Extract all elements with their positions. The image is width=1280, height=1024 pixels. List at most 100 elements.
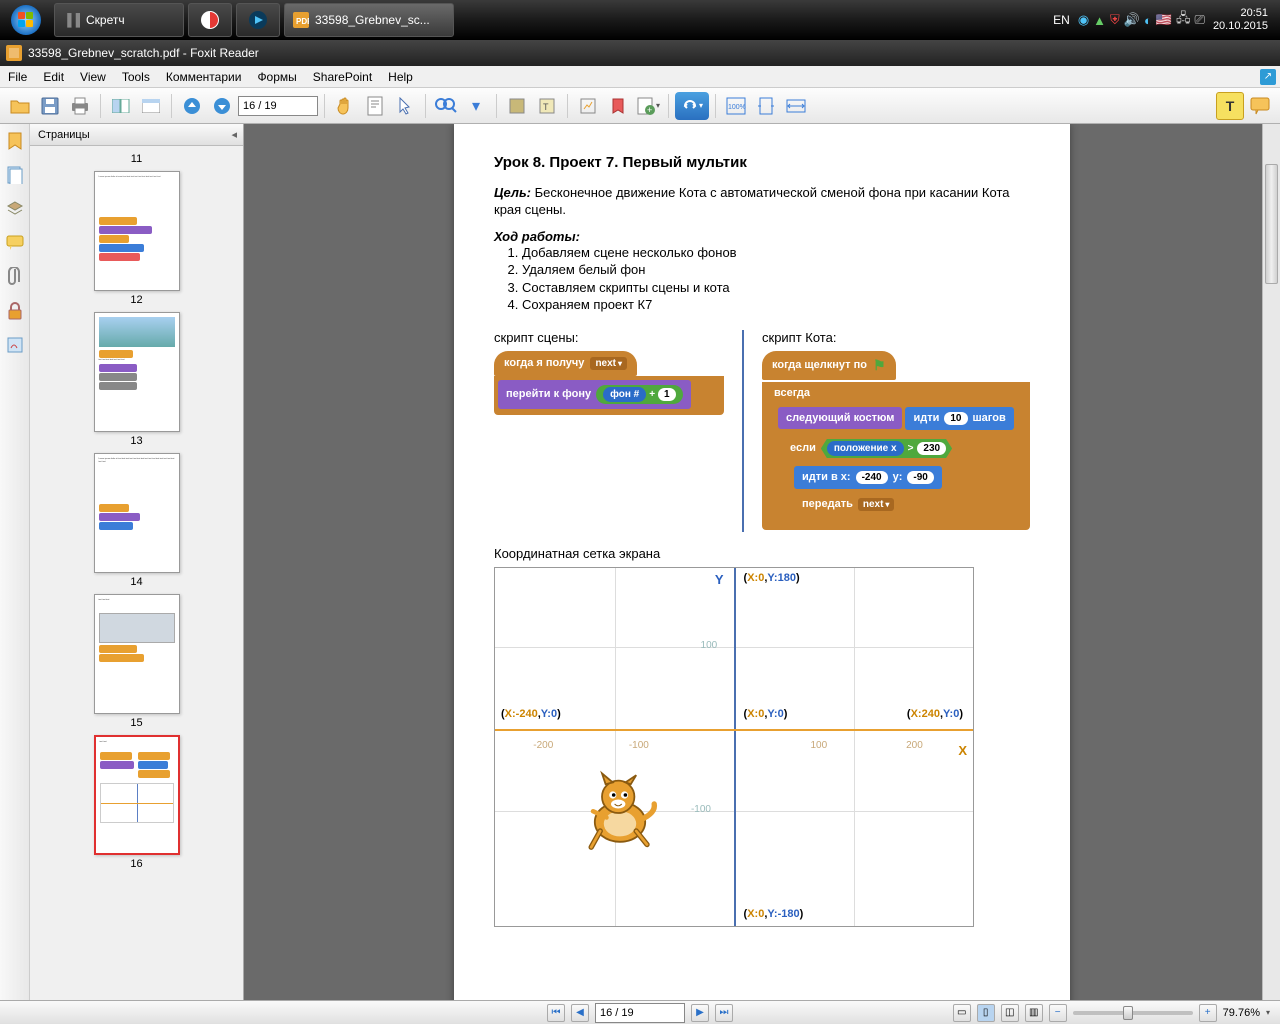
- taskbar-item-yandex[interactable]: [188, 3, 232, 37]
- highlight-button[interactable]: T: [1216, 92, 1244, 120]
- statusbar: ⏮ ◀ ▶ ⏭ ▭ ▯ ◫ ▥ − + 79.76% ▾: [0, 1000, 1280, 1024]
- menu-view[interactable]: View: [72, 70, 114, 84]
- tray-clock[interactable]: 20:51 20.10.2015: [1213, 7, 1272, 33]
- taskbar: ▐▐ Скретч PDF 33598_Grebnev_sc... EN ◉ ▲…: [0, 0, 1280, 40]
- scrollbar-thumb[interactable]: [1265, 164, 1278, 284]
- system-tray: EN ◉ ▲ ⛨ 🔊 ◐ 🇺🇸 🖧 ⎚ 20:51 20.10.2015: [1053, 7, 1280, 33]
- layers-tab-icon[interactable]: [4, 198, 26, 220]
- menu-edit[interactable]: Edit: [35, 70, 72, 84]
- icon-button[interactable]: [503, 92, 531, 120]
- view-mode-icon[interactable]: ◫: [1001, 1004, 1019, 1022]
- grid-title: Координатная сетка экрана: [494, 546, 1030, 561]
- tray-icon[interactable]: ▲: [1093, 13, 1106, 28]
- scratch-script-cat: когда щелкнут по⚑ всегда следующий костю…: [762, 351, 1030, 530]
- app-icon: [6, 45, 22, 61]
- signatures-tab-icon[interactable]: [4, 334, 26, 356]
- restore-icon[interactable]: ↗: [1260, 69, 1276, 85]
- first-page-icon[interactable]: ⏮: [547, 1004, 565, 1022]
- page-down-button[interactable]: [208, 92, 236, 120]
- fit-page-button[interactable]: [752, 92, 780, 120]
- tray-network-icon[interactable]: 🖧: [1176, 9, 1191, 31]
- pointer-button[interactable]: [391, 92, 419, 120]
- next-page-icon[interactable]: ▶: [691, 1004, 709, 1022]
- icon-button[interactable]: [107, 92, 135, 120]
- tray-icon[interactable]: ⎚: [1195, 12, 1205, 28]
- menubar: File Edit View Tools Комментарии Формы S…: [0, 66, 1280, 88]
- attachments-tab-icon[interactable]: [4, 266, 26, 288]
- vertical-scrollbar[interactable]: [1262, 124, 1280, 1000]
- icon-button[interactable]: +▾: [634, 92, 662, 120]
- save-button[interactable]: [36, 92, 64, 120]
- thumbnails-scroll[interactable]: 11 Lorem ipsum dolor sit amet text text …: [30, 146, 243, 1000]
- thumbnail[interactable]: Lorem ipsum dolor sit amet text text tex…: [30, 171, 243, 306]
- pdf-page: Урок 8. Проект 7. Первый мультик Цель: Б…: [454, 124, 1070, 1000]
- thumbnail[interactable]: Lorem ipsum dolor sit text text text tex…: [30, 453, 243, 588]
- zoom-100-button[interactable]: 100%: [722, 92, 750, 120]
- icon-button[interactable]: [604, 92, 632, 120]
- menu-file[interactable]: File: [0, 70, 35, 84]
- language-indicator[interactable]: EN: [1053, 13, 1070, 27]
- svg-text:PDF: PDF: [296, 17, 309, 26]
- taskbar-item-media[interactable]: [236, 3, 280, 37]
- hand-tool-button[interactable]: [331, 92, 359, 120]
- menu-sharepoint[interactable]: SharePoint: [305, 70, 380, 84]
- select-text-button[interactable]: [361, 92, 389, 120]
- fit-width-button[interactable]: [782, 92, 810, 120]
- icon-button[interactable]: [137, 92, 165, 120]
- zoom-dropdown-icon[interactable]: ▾: [1266, 1008, 1270, 1017]
- zoom-in-icon[interactable]: +: [1199, 1004, 1217, 1022]
- icon-button[interactable]: [574, 92, 602, 120]
- zoom-thumb[interactable]: [1123, 1006, 1133, 1020]
- taskbar-item-scratch[interactable]: ▐▐ Скретч: [54, 3, 184, 37]
- view-mode-icon[interactable]: ▯: [977, 1004, 995, 1022]
- menu-forms[interactable]: Формы: [249, 70, 304, 84]
- last-page-icon[interactable]: ⏭: [715, 1004, 733, 1022]
- view-mode-icon[interactable]: ▥: [1025, 1004, 1043, 1022]
- security-tab-icon[interactable]: [4, 300, 26, 322]
- open-button[interactable]: [6, 92, 34, 120]
- bookmarks-tab-icon[interactable]: [4, 130, 26, 152]
- page-input[interactable]: [238, 96, 318, 116]
- taskbar-item-foxit[interactable]: PDF 33598_Grebnev_sc...: [284, 3, 454, 37]
- prev-page-icon[interactable]: ◀: [571, 1004, 589, 1022]
- scratch-cat-icon: [575, 768, 665, 858]
- tray-shield-icon[interactable]: ⛨: [1110, 12, 1120, 28]
- thumbnail[interactable]: text text 16: [30, 735, 243, 870]
- tray-volume-icon[interactable]: 🔊: [1124, 12, 1140, 28]
- search-button[interactable]: [432, 92, 460, 120]
- icon-button[interactable]: T: [533, 92, 561, 120]
- tray-icon[interactable]: ◉: [1078, 12, 1089, 28]
- document-viewport[interactable]: Урок 8. Проект 7. Первый мультик Цель: Б…: [244, 124, 1280, 1000]
- menu-tools[interactable]: Tools: [114, 70, 158, 84]
- print-button[interactable]: [66, 92, 94, 120]
- icon-button[interactable]: ▾: [462, 92, 490, 120]
- sidebar-tabs: [0, 124, 30, 1000]
- tray-flag-icon[interactable]: 🇺🇸: [1156, 12, 1172, 28]
- view-mode-icon[interactable]: ▭: [953, 1004, 971, 1022]
- collapse-icon[interactable]: ◂: [231, 128, 237, 141]
- thumbnails-panel: Страницы ◂ 11 Lorem ipsum dolor sit amet…: [30, 124, 243, 1000]
- zoom-out-icon[interactable]: −: [1049, 1004, 1067, 1022]
- pages-tab-icon[interactable]: [4, 164, 26, 186]
- tray-icon[interactable]: ◐: [1144, 13, 1152, 28]
- page-input-bottom[interactable]: [595, 1003, 685, 1023]
- zoom-slider[interactable]: [1073, 1011, 1193, 1015]
- toolbar: ▾ T +▾ ▾ 100% T: [0, 88, 1280, 124]
- page-title: Урок 8. Проект 7. Первый мультик: [494, 154, 1030, 171]
- steps-label: Ход работы:: [494, 229, 1030, 244]
- tray-icons: ◉ ▲ ⛨ 🔊 ◐ 🇺🇸 🖧 ⎚: [1078, 9, 1205, 31]
- svg-text:T: T: [543, 102, 549, 112]
- window-title: 33598_Grebnev_scratch.pdf - Foxit Reader: [28, 46, 259, 60]
- page-up-button[interactable]: [178, 92, 206, 120]
- scratch-script-scene: когда я получуnext перейти к фону фон #+…: [494, 351, 724, 415]
- thumbnail[interactable]: text text text 15: [30, 594, 243, 729]
- comments-tab-icon[interactable]: [4, 232, 26, 254]
- menu-help[interactable]: Help: [380, 70, 421, 84]
- start-button[interactable]: [0, 0, 52, 40]
- share-button[interactable]: ▾: [675, 92, 709, 120]
- menu-comments[interactable]: Комментарии: [158, 70, 250, 84]
- steps-list: Добавляем сцене несколько фонов Удаляем …: [522, 244, 1030, 314]
- coordinate-grid: Y X (X:0,Y:180) (X:-240,Y:0) (X:0,Y:0) (…: [494, 567, 974, 927]
- thumbnail[interactable]: text text text text text text text 13: [30, 312, 243, 447]
- note-button[interactable]: [1246, 92, 1274, 120]
